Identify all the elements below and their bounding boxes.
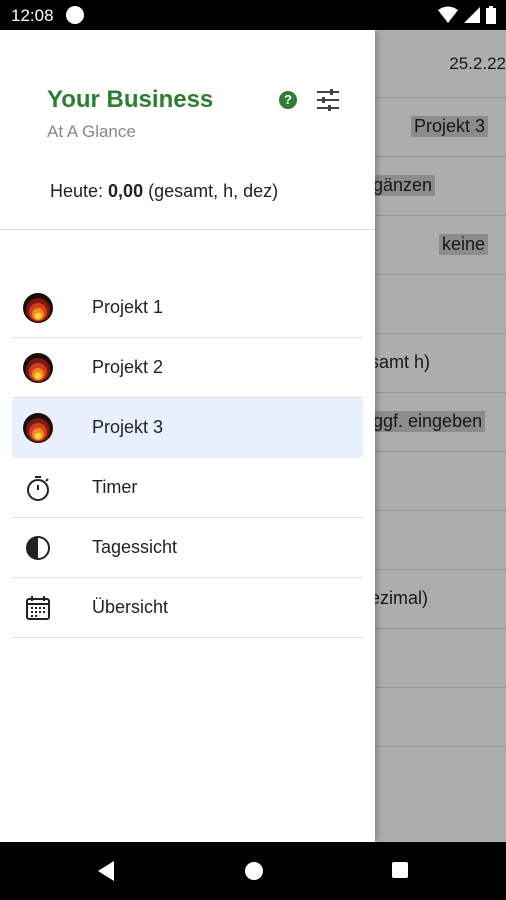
app-subtitle: At A Glance [47,122,136,141]
home-icon[interactable] [243,860,265,882]
project-icon [22,352,54,384]
nav-item-timer[interactable]: Timer [12,458,363,518]
half-circle-icon [22,532,54,564]
nav-item-tagessicht[interactable]: Tagessicht [12,518,363,578]
nav-item-label: Projekt 3 [92,417,164,437]
nav-item-projekt-2[interactable]: Projekt 2 [12,338,363,398]
system-nav-bar [0,842,506,900]
nav-item-label: Projekt 2 [92,357,164,377]
battery-icon [486,6,496,24]
project-icon [22,412,54,444]
signal-icon [464,7,480,23]
notification-dot-icon [66,6,84,24]
calendar-icon [22,592,54,624]
app-title: Your Business [47,86,214,113]
nav-item-projekt-3[interactable]: Projekt 3 [12,398,363,458]
today-prefix: Heute: [50,181,109,201]
nav-item-label: Projekt 1 [92,297,164,317]
today-suffix: (gesamt, h, dez) [143,181,279,201]
nav-item-label: Tagessicht [92,537,178,557]
status-icons [438,6,496,24]
back-icon[interactable] [96,860,116,882]
today-summary: Heute: 0,00 (gesamt, h, dez) [50,181,278,202]
project-icon [22,292,54,324]
nav-item-label: Übersicht [92,597,169,617]
nav-item-projekt-1[interactable]: Projekt 1 [12,278,363,338]
wifi-icon [438,6,458,23]
today-value: 0,00 [108,181,144,201]
nav-item--bersicht[interactable]: Übersicht [12,578,363,638]
nav-item-label: Timer [92,477,138,497]
help-icon[interactable]: ? [279,91,297,109]
navigation-drawer: Your Business At A Glance ? Heute: 0,00 … [0,30,375,842]
status-time: 12:08 [11,6,54,25]
stopwatch-icon [22,472,54,504]
settings-sliders-icon[interactable] [315,88,341,112]
drawer-divider [0,229,375,230]
status-bar: 12:08 [0,0,506,30]
recents-icon[interactable] [390,860,410,880]
